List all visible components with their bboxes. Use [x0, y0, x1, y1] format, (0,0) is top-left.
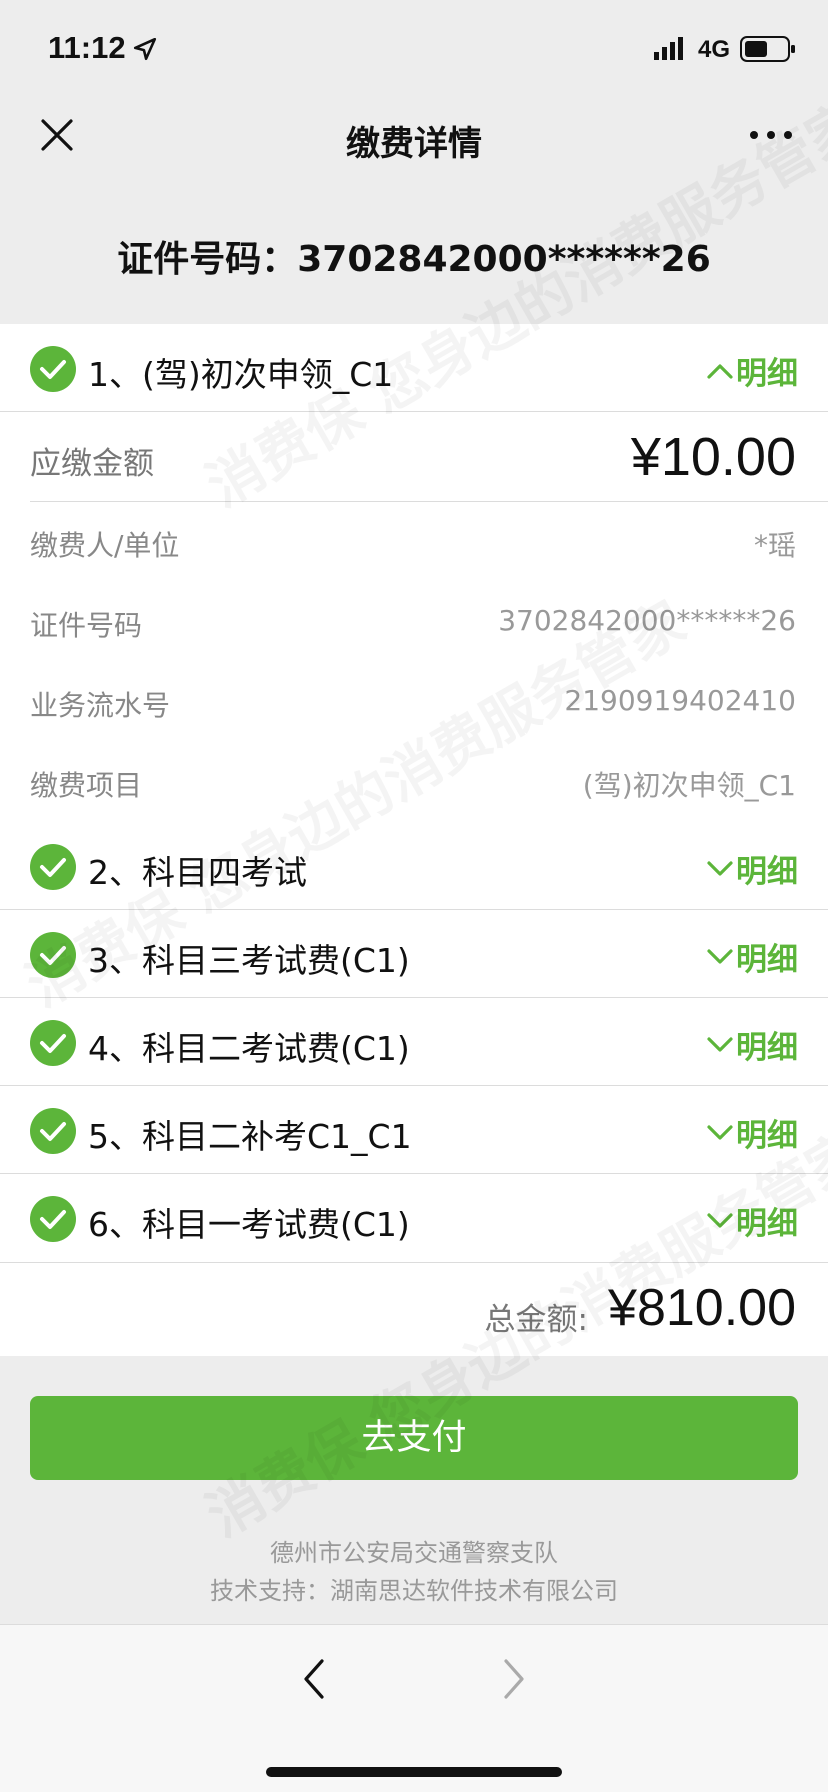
chevron-down-icon — [707, 948, 733, 964]
check-circle-icon — [30, 1196, 76, 1242]
more-icon[interactable] — [748, 122, 794, 148]
item-title: 1、(驾)初次申领_C1 — [88, 355, 394, 394]
back-icon[interactable] — [298, 1655, 328, 1703]
check-circle-icon — [30, 932, 76, 978]
total-value: ¥810.00 — [608, 1279, 796, 1337]
detail-toggle-label: 明细 — [736, 1030, 798, 1066]
detail-toggle-label: 明细 — [736, 942, 798, 978]
payment-item-2[interactable]: 2、科目四考试 明细 — [0, 822, 828, 910]
footer-support: 技术支持：湖南思达软件技术有限公司 — [210, 1577, 618, 1605]
item-title: 3、科目三考试费(C1) — [88, 941, 410, 980]
detail-value: 3702842000******26 — [498, 604, 796, 637]
detail-value: 2190919402410 — [564, 684, 796, 717]
detail-toggle[interactable]: 明细 — [706, 348, 798, 393]
detail-row-serial: 业务流水号 2190919402410 — [0, 662, 828, 742]
detail-label: 缴费项目 — [30, 769, 143, 802]
detail-row-id: 证件号码 3702842000******26 — [0, 582, 828, 662]
detail-row-payer: 缴费人/单位 *瑶 — [0, 502, 828, 582]
item-title: 5、科目二补考C1_C1 — [88, 1117, 412, 1156]
footer: 德州市公安局交通警察支队 技术支持：湖南思达软件技术有限公司 — [0, 1534, 828, 1610]
amount-due-label: 应缴金额 — [30, 446, 154, 482]
browser-toolbar — [0, 1624, 828, 1792]
item-title: 2、科目四考试 — [88, 853, 307, 892]
amount-due-row: 应缴金额 ¥10.00 — [0, 412, 828, 502]
chevron-up-icon — [707, 363, 733, 379]
detail-toggle-label: 明细 — [736, 1118, 798, 1154]
check-circle-icon — [30, 1020, 76, 1066]
battery-icon — [740, 36, 795, 62]
payment-item-5[interactable]: 5、科目二补考C1_C1 明细 — [0, 1086, 828, 1174]
divider — [0, 1262, 828, 1263]
signal-icon — [654, 37, 683, 60]
detail-toggle[interactable]: 明细 — [706, 1022, 798, 1067]
nav-bar: 缴费详情 — [0, 92, 828, 184]
detail-toggle-label: 明细 — [736, 1206, 798, 1242]
detail-toggle[interactable]: 明细 — [706, 1198, 798, 1243]
chevron-down-icon — [707, 1212, 733, 1228]
check-circle-icon — [30, 844, 76, 890]
status-bar: 11:12 4G — [0, 0, 828, 100]
detail-toggle-label: 明细 — [736, 854, 798, 890]
check-circle-icon — [30, 1108, 76, 1154]
footer-org: 德州市公安局交通警察支队 — [270, 1539, 558, 1567]
chevron-down-icon — [707, 860, 733, 876]
chevron-down-icon — [707, 1124, 733, 1140]
total-row: 总金额: ¥810.00 — [0, 1262, 828, 1356]
detail-label: 缴费人/单位 — [30, 529, 180, 562]
detail-row-item: 缴费项目 (驾)初次申领_C1 — [0, 742, 828, 822]
detail-value: (驾)初次申领_C1 — [582, 769, 796, 802]
detail-label: 证件号码 — [30, 609, 143, 642]
check-circle-icon — [30, 346, 76, 392]
home-indicator — [266, 1767, 562, 1777]
detail-toggle[interactable]: 明细 — [706, 846, 798, 891]
detail-toggle[interactable]: 明细 — [706, 1110, 798, 1155]
payment-item-1[interactable]: 1、(驾)初次申领_C1 明细 — [0, 324, 828, 412]
payment-card: 1、(驾)初次申领_C1 明细 应缴金额 ¥10.00 缴费人/单位 *瑶 证件… — [0, 324, 828, 1356]
id-number-header: 证件号码：3702842000******26 — [117, 239, 711, 280]
amount-due-value: ¥10.00 — [630, 427, 796, 487]
total-label: 总金额: — [484, 1302, 588, 1338]
location-arrow-icon — [133, 37, 157, 61]
page-title: 缴费详情 — [346, 124, 482, 164]
detail-toggle[interactable]: 明细 — [706, 934, 798, 979]
payment-item-6[interactable]: 6、科目一考试费(C1) 明细 — [0, 1174, 828, 1262]
item-title: 6、科目一考试费(C1) — [88, 1205, 410, 1244]
detail-label: 业务流水号 — [30, 689, 171, 722]
chevron-down-icon — [707, 1036, 733, 1052]
detail-value: *瑶 — [753, 529, 796, 562]
network-label: 4G — [698, 36, 731, 63]
status-time: 11:12 — [48, 30, 126, 65]
payment-item-3[interactable]: 3、科目三考试费(C1) 明细 — [0, 910, 828, 998]
item-title: 4、科目二考试费(C1) — [88, 1029, 410, 1068]
pay-button[interactable]: 去支付 — [30, 1396, 798, 1480]
forward-icon[interactable] — [500, 1655, 530, 1703]
payment-item-4[interactable]: 4、科目二考试费(C1) 明细 — [0, 998, 828, 1086]
detail-toggle-label: 明细 — [736, 356, 798, 392]
